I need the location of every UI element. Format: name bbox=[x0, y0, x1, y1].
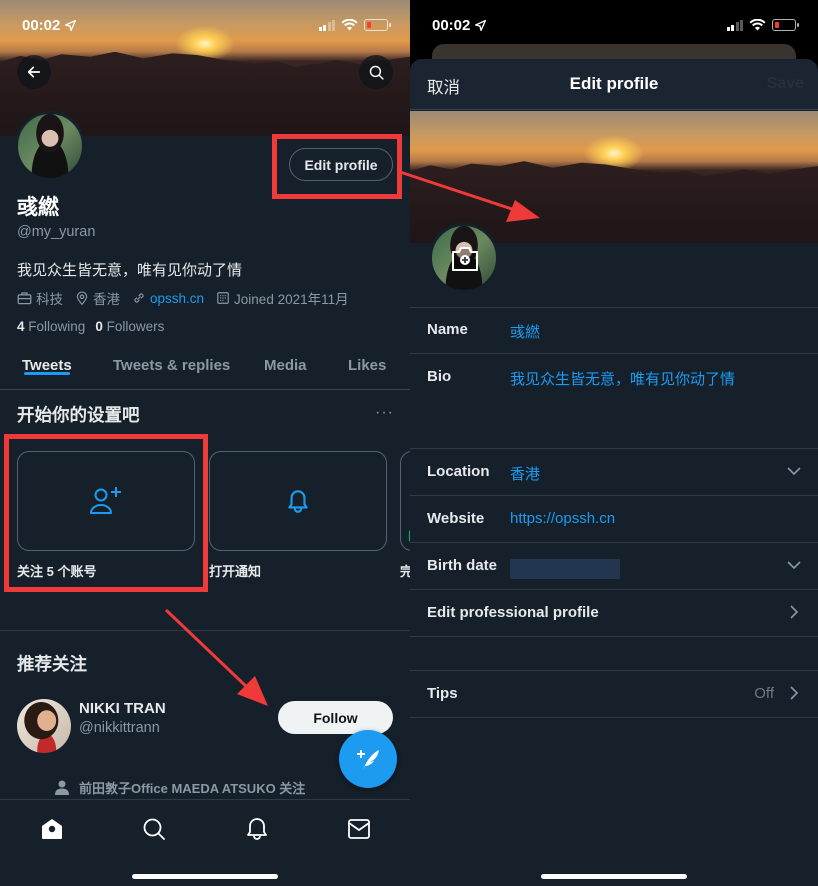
section-divider bbox=[0, 630, 410, 631]
setup-card-notifications[interactable] bbox=[209, 451, 387, 551]
location-arrow-icon bbox=[65, 19, 77, 31]
chevron-down-icon bbox=[787, 467, 801, 476]
bottom-nav bbox=[0, 799, 410, 886]
bell-icon bbox=[288, 490, 308, 513]
profile-category: 科技 bbox=[36, 292, 63, 307]
tab-likes[interactable]: Likes bbox=[348, 345, 386, 374]
cell-signal-icon bbox=[726, 19, 743, 31]
sheet-header: 取消 Edit profile Save bbox=[410, 59, 818, 110]
more-options-button[interactable]: ··· bbox=[375, 404, 394, 422]
edit-profile-screen: 00:02 取消 Edit profile Save Name 彧繎 Bio 我… bbox=[410, 0, 818, 886]
chevron-down-icon bbox=[787, 561, 801, 570]
edit-professional-profile-row[interactable]: Edit professional profile bbox=[410, 590, 818, 637]
setup-card-follow-label: 关注 5 个账号 bbox=[17, 564, 97, 579]
battery-icon bbox=[772, 19, 799, 31]
field-website[interactable]: Website https://opssh.cn bbox=[410, 496, 818, 543]
website-input[interactable]: https://opssh.cn bbox=[510, 510, 615, 527]
edit-profile-button[interactable]: Edit profile bbox=[289, 148, 393, 181]
status-bar: 00:02 bbox=[22, 14, 391, 36]
edit-profile-sheet: 取消 Edit profile Save Name 彧繎 Bio 我见众生皆无意… bbox=[410, 59, 818, 886]
back-button[interactable] bbox=[17, 55, 51, 89]
profile-website-link[interactable]: opssh.cn bbox=[150, 291, 204, 306]
profile-meta: 科技 香港 opssh.cn Joined 2021年11月 bbox=[17, 288, 349, 308]
recommended-user-handle: @nikkittrann bbox=[79, 720, 160, 736]
calendar-icon bbox=[217, 292, 229, 304]
profile-location: 香港 bbox=[93, 292, 120, 307]
field-location[interactable]: Location 香港 bbox=[410, 449, 818, 496]
tips-row[interactable]: Tips Off bbox=[410, 671, 818, 718]
name-input[interactable]: 彧繎 bbox=[510, 321, 540, 342]
profile-screen: 00:02 Edit profile 彧繎 @my_yuran 我见众生皆无意，… bbox=[0, 0, 410, 886]
person-icon bbox=[55, 780, 69, 795]
edit-avatar[interactable] bbox=[429, 223, 499, 293]
chevron-right-icon bbox=[790, 605, 799, 619]
profile-avatar[interactable] bbox=[15, 111, 85, 181]
wifi-icon bbox=[749, 19, 766, 31]
recommended-title: 推荐关注 bbox=[17, 654, 87, 674]
search-button[interactable] bbox=[359, 55, 393, 89]
follow-button[interactable]: Follow bbox=[278, 701, 393, 734]
setup-card-complete[interactable] bbox=[400, 451, 410, 551]
field-birth-date[interactable]: Birth date bbox=[410, 543, 818, 590]
chevron-right-icon bbox=[790, 686, 799, 700]
camera-add-icon bbox=[452, 247, 478, 271]
birth-date-redacted bbox=[510, 559, 620, 579]
bio-input[interactable]: 我见众生皆无意，唯有见你动了情 bbox=[510, 368, 735, 389]
setup-card-follow[interactable] bbox=[17, 451, 195, 551]
search-icon bbox=[369, 65, 384, 80]
home-indicator bbox=[132, 874, 278, 879]
home-indicator bbox=[541, 874, 687, 879]
search-icon bbox=[143, 818, 165, 840]
compose-tweet-button[interactable] bbox=[339, 730, 397, 788]
nav-messages[interactable] bbox=[346, 816, 372, 842]
user-handle: @my_yuran bbox=[17, 224, 96, 240]
battery-icon bbox=[364, 19, 391, 31]
recommended-user-name[interactable]: NIKKI TRAN bbox=[79, 700, 166, 717]
field-bio[interactable]: Bio 我见众生皆无意，唯有见你动了情 bbox=[410, 354, 818, 449]
recommended-user-avatar[interactable] bbox=[17, 699, 71, 753]
profile-tabs: Tweets Tweets & replies Media Likes bbox=[0, 345, 410, 390]
tips-status: Off bbox=[754, 685, 774, 702]
follow-counts: 4 Following 0 Followers bbox=[17, 319, 164, 334]
location-pin-icon bbox=[76, 291, 88, 305]
nav-notifications[interactable] bbox=[244, 816, 270, 842]
social-context: 前田敦子Office MAEDA ATSUKO 关注 bbox=[55, 778, 305, 797]
profile-joined: Joined 2021年11月 bbox=[234, 292, 349, 307]
home-icon bbox=[42, 819, 62, 839]
add-user-icon bbox=[90, 487, 121, 514]
setup-title: 开始你的设置吧 bbox=[17, 405, 140, 425]
spacer-row bbox=[410, 637, 818, 671]
briefcase-icon bbox=[17, 292, 32, 305]
status-time: 00:02 bbox=[22, 16, 61, 34]
following-link[interactable]: 4 Following bbox=[17, 319, 85, 334]
setup-card-complete-label: 完 bbox=[400, 564, 410, 579]
tab-tweets-replies[interactable]: Tweets & replies bbox=[113, 345, 230, 374]
sheet-title: Edit profile bbox=[569, 74, 659, 93]
bell-icon bbox=[247, 818, 267, 840]
location-input[interactable]: 香港 bbox=[510, 463, 540, 484]
status-bar: 00:02 bbox=[432, 14, 799, 36]
field-name[interactable]: Name 彧繎 bbox=[410, 307, 818, 354]
link-icon bbox=[134, 293, 144, 303]
compose-feather-icon bbox=[357, 750, 379, 770]
status-time: 00:02 bbox=[432, 16, 471, 34]
cell-signal-icon bbox=[318, 19, 335, 31]
setup-card-notifications-label: 打开通知 bbox=[209, 564, 262, 579]
mail-icon bbox=[348, 819, 370, 839]
display-name: 彧繎 bbox=[17, 196, 59, 219]
followers-link[interactable]: 0 Followers bbox=[95, 319, 164, 334]
tab-tweets[interactable]: Tweets bbox=[22, 345, 72, 375]
tab-media[interactable]: Media bbox=[264, 345, 307, 374]
nav-home[interactable] bbox=[39, 816, 65, 842]
nav-search[interactable] bbox=[141, 816, 167, 842]
back-arrow-icon bbox=[27, 66, 41, 78]
profile-bio: 我见众生皆无意，唯有见你动了情 bbox=[17, 262, 243, 279]
wifi-icon bbox=[341, 19, 358, 31]
save-button[interactable]: Save bbox=[767, 75, 804, 93]
location-arrow-icon bbox=[475, 19, 487, 31]
